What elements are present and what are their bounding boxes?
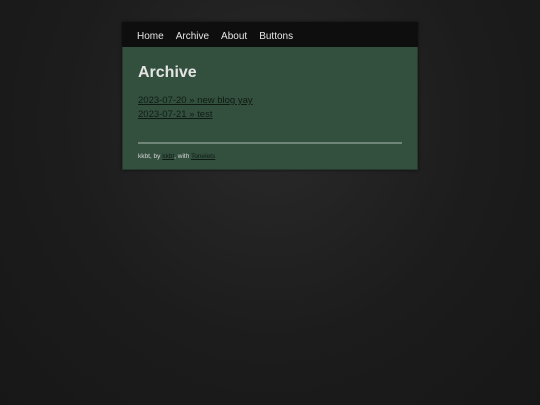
post-link[interactable]: 2023-07-21 » test — [138, 109, 212, 120]
nav-buttons-link[interactable]: Buttons — [259, 31, 293, 47]
nav-archive-link[interactable]: Archive — [176, 31, 209, 47]
footer-divider — [138, 142, 402, 144]
post-link[interactable]: 2023-07-20 » new blog yay — [138, 95, 253, 106]
top-navbar: Home Archive About Buttons — [122, 22, 418, 47]
post-list: 2023-07-20 » new blog yay 2023-07-21 » t… — [138, 94, 402, 122]
footer-engine-link[interactable]: Tonelets — [191, 153, 215, 160]
nav-home-link[interactable]: Home — [137, 31, 164, 47]
page-container: Home Archive About Buttons Archive 2023-… — [122, 22, 418, 170]
footer-middle-text: , with — [174, 153, 191, 160]
footer: kkbt, by kkbt, with Tonelets — [138, 152, 402, 161]
footer-prefix-text: kkbt, by — [138, 153, 163, 160]
nav-about-link[interactable]: About — [221, 31, 247, 47]
main-content: Archive 2023-07-20 » new blog yay 2023-0… — [122, 47, 418, 170]
list-item: 2023-07-20 » new blog yay — [138, 94, 402, 108]
list-item: 2023-07-21 » test — [138, 108, 402, 122]
page-title: Archive — [138, 64, 197, 81]
footer-author-link[interactable]: kkbt — [162, 153, 174, 160]
